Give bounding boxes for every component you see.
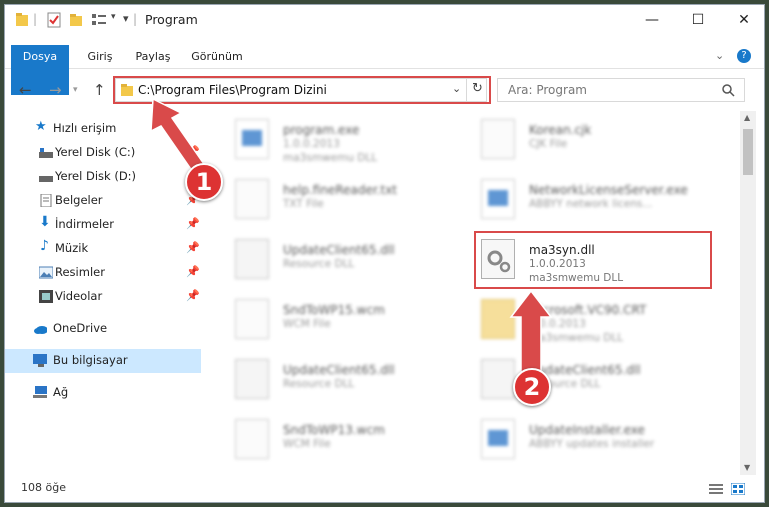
step-badge-1: 1 xyxy=(185,163,223,201)
arrow-2 xyxy=(509,289,553,374)
explorer-window: | ▾ ▾ | Program — ☐ ✕ Dosya Giriş Paylaş… xyxy=(4,4,765,503)
step-badge-2: 2 xyxy=(513,368,551,406)
annotation-arrows xyxy=(150,97,553,374)
